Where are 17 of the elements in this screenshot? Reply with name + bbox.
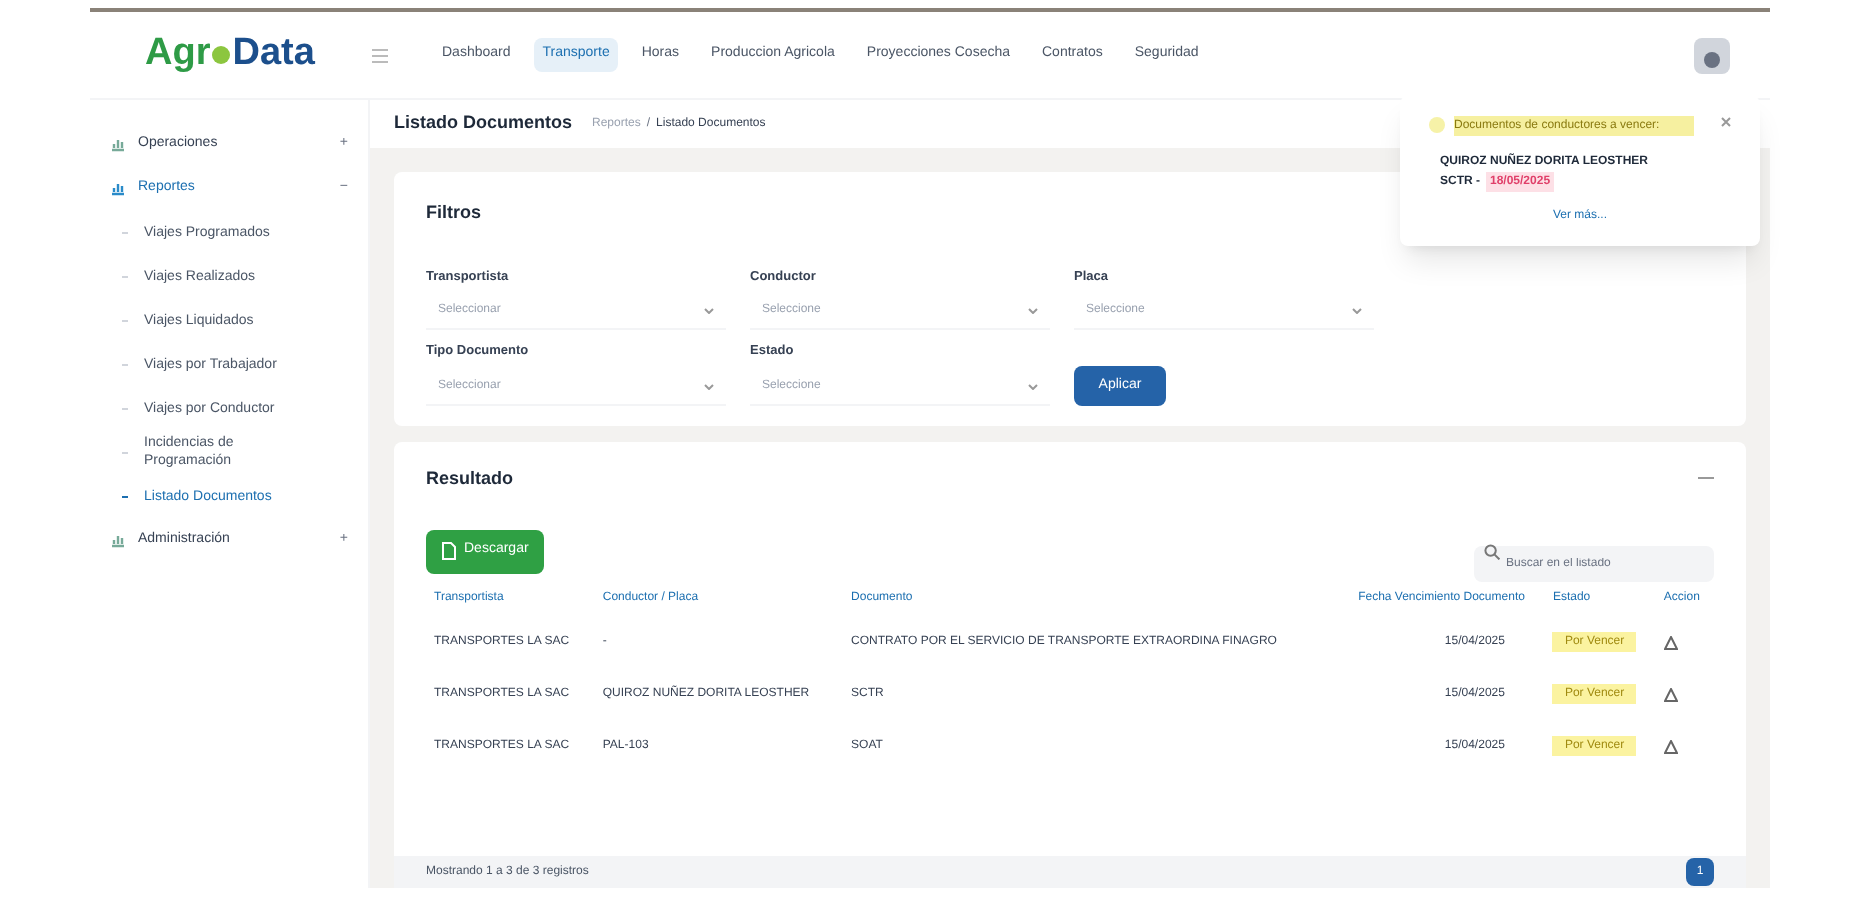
page-title: Listado Documentos [394, 110, 573, 137]
chevron-down-icon [704, 384, 714, 390]
collapse-icon[interactable] [1698, 475, 1714, 484]
chevron-down-icon [704, 308, 714, 315]
card-title: Resultado [426, 466, 514, 492]
section-icon [110, 136, 126, 152]
close-icon[interactable] [1720, 116, 1732, 128]
document-icon [442, 542, 456, 560]
logo: Agr Data [143, 30, 317, 79]
section-icon [110, 180, 126, 196]
chevron-down-icon [1028, 308, 1038, 315]
chevron-down-icon [1028, 384, 1038, 390]
search-icon [1484, 543, 1500, 559]
avatar[interactable] [1694, 37, 1730, 73]
chevron-down-icon [1352, 308, 1362, 315]
card-title: Filtros [426, 200, 482, 226]
section-icon [110, 532, 126, 548]
